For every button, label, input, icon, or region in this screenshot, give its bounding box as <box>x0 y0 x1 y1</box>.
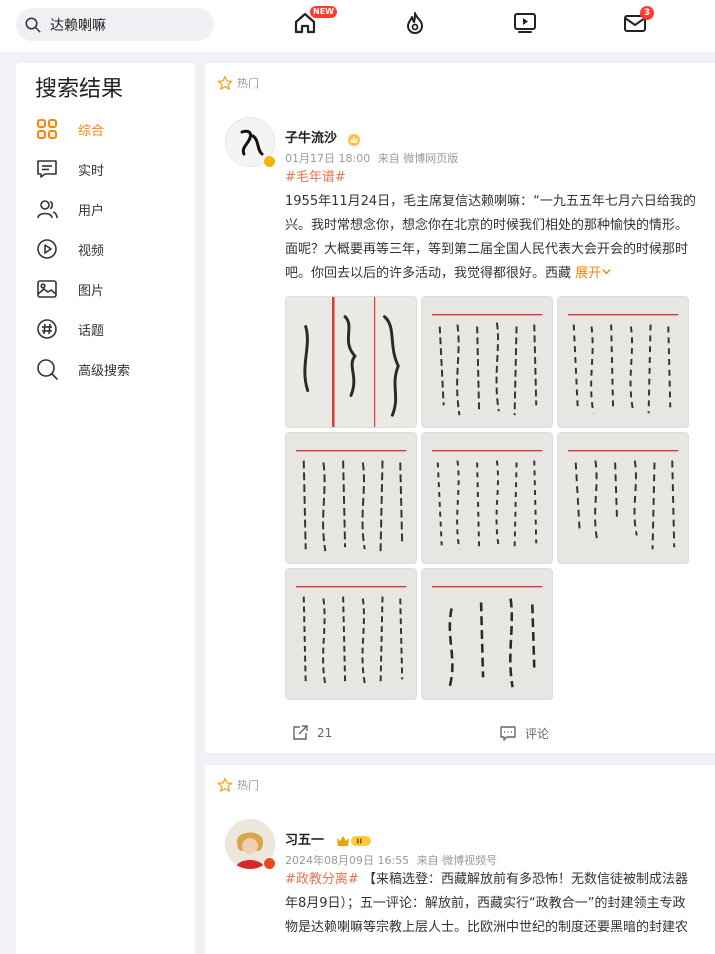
star-icon <box>217 777 233 792</box>
sidebar-item-comprehensive[interactable]: 综合 <box>36 116 104 142</box>
sidebar-item-label: 实时 <box>78 163 105 179</box>
comment-label: 评论 <box>525 726 550 741</box>
calligraphy-letter-image <box>286 569 416 699</box>
post-meta: 2024年08月09日 16:55 来自 微博视频号 <box>285 852 497 868</box>
post-image[interactable] <box>421 568 553 700</box>
search-input[interactable] <box>50 16 200 33</box>
share-icon <box>293 725 308 740</box>
post-image[interactable] <box>285 296 417 428</box>
chevron-down-icon <box>602 269 611 275</box>
post-text-line: 年8月9日）；五一评论：解放前，西藏实行“政教合一”的封建领主专政 <box>285 896 686 911</box>
hashtag-icon <box>37 319 57 339</box>
sidebar-item-label: 图片 <box>78 283 105 299</box>
post-text-line: 兴。我时常想念你，想念你在北京的时候我们相处的那种愉快的情形。 <box>285 218 689 233</box>
post-image[interactable] <box>285 432 417 564</box>
sidebar-item-label: 高级搜索 <box>78 363 131 379</box>
post-source: 来自 微博视频号 <box>416 854 498 867</box>
post-meta: 01月17日 18:00 来自 微博网页版 <box>285 150 458 166</box>
video-icon <box>514 13 536 33</box>
post-card: 热门 子牛流沙 01月17日 18:00 来自 微博网页版 #毛年谱# 1955… <box>205 63 715 753</box>
post-image[interactable] <box>557 432 689 564</box>
sidebar-item-label: 话题 <box>78 323 105 339</box>
post-text-line: 吧。你回去以后的许多活动，我觉得都很好。西藏 展开 <box>285 262 715 286</box>
post-image[interactable] <box>421 432 553 564</box>
username[interactable]: 习五一 <box>285 829 373 849</box>
calligraphy-letter-image <box>286 433 416 563</box>
calligraphy-letter-image <box>422 569 552 699</box>
post-text-fragment: 【来稿选登：西藏解放前有多恐怖！无数信徒被制成法器 <box>362 872 688 887</box>
hot-label: 热门 <box>237 779 259 792</box>
calligraphy-letter-image <box>286 297 416 427</box>
calligraphy-letter-image <box>558 433 688 563</box>
search-icon <box>25 17 41 32</box>
sidebar-item-realtime[interactable]: 实时 <box>36 156 104 182</box>
verified-badge <box>263 155 276 168</box>
hot-tag: 热门 <box>217 777 259 793</box>
username-text: 习五一 <box>285 833 325 848</box>
sidebar-item-advanced-search[interactable]: 高级搜索 <box>36 356 130 382</box>
play-icon <box>37 239 57 259</box>
post-text-fragment: 吧。你回去以后的许多活动，我觉得都很好。西藏 <box>285 266 576 281</box>
post-text-line: 物是达赖喇嘛等宗教上层人士。比欧洲中世纪的制度还要黑暗的封建农 <box>285 920 689 935</box>
sidebar: 搜索结果 综合 实时 用户 视频 图片 话题 高级搜索 <box>16 63 195 954</box>
nav-hot[interactable] <box>402 10 428 36</box>
post-image[interactable] <box>557 296 689 428</box>
post-hashtag-line: #毛年谱# <box>285 166 715 190</box>
new-badge: NEW <box>310 6 337 18</box>
calligraphy-letter-image <box>558 297 688 427</box>
repost-count: 21 <box>317 726 333 740</box>
post-text-line: #政教分离# 【来稿选登：西藏解放前有多恐怖！无数信徒被制成法器 <box>285 868 715 892</box>
post-image[interactable] <box>285 568 417 700</box>
nav-video[interactable] <box>512 10 538 36</box>
post-image[interactable] <box>421 296 553 428</box>
flame-icon <box>407 12 423 34</box>
sidebar-title: 搜索结果 <box>35 77 124 102</box>
sidebar-item-topics[interactable]: 话题 <box>36 316 104 342</box>
username[interactable]: 子牛流沙 <box>285 127 362 147</box>
username-text: 子牛流沙 <box>285 131 338 146</box>
search-box[interactable] <box>16 8 214 41</box>
star-icon <box>217 75 233 90</box>
comment-button[interactable]: 评论 <box>499 724 549 742</box>
message-count-badge: 3 <box>640 6 654 20</box>
post-card: 热门 习五一 2024年08月09日 16:55 来自 微博视频号 #政教分离#… <box>205 765 715 954</box>
post-text-line: 1955年11月24日，毛主席复信达赖喇嘛：“一九五五年七月六日给我的 <box>285 194 696 209</box>
member-crown-icon <box>347 133 360 146</box>
post-source: 来自 微博网页版 <box>377 152 459 165</box>
calligraphy-letter-image <box>422 297 552 427</box>
verified-badge <box>263 857 276 870</box>
expand-label: 展开 <box>575 266 602 281</box>
vip-level-badge-icon <box>336 835 371 846</box>
nav-home[interactable]: NEW <box>292 6 337 36</box>
hot-label: 热门 <box>237 77 259 90</box>
search-icon <box>37 359 58 380</box>
users-icon <box>37 200 58 219</box>
calligraphy-letter-image <box>422 433 552 563</box>
top-bar: NEW 3 <box>0 0 715 52</box>
post-time[interactable]: 01月17日 18:00 <box>285 152 370 165</box>
sidebar-item-images[interactable]: 图片 <box>36 276 104 302</box>
hot-tag: 热门 <box>217 75 259 91</box>
expand-link[interactable]: 展开 <box>575 266 612 281</box>
sidebar-item-label: 视频 <box>78 243 105 259</box>
comment-icon <box>500 726 516 741</box>
hashtag-link[interactable]: #毛年谱# <box>285 170 346 185</box>
sidebar-item-label: 用户 <box>78 203 105 219</box>
sidebar-item-video[interactable]: 视频 <box>36 236 104 262</box>
hashtag-link[interactable]: #政教分离# <box>285 872 359 887</box>
post-time[interactable]: 2024年08月09日 16:55 <box>285 854 409 867</box>
sidebar-item-label: 综合 <box>78 123 105 139</box>
image-icon <box>37 280 57 298</box>
post-text-line: 面呢？大概要再等三年，等到第二届全国人民代表大会开会的时候那时 <box>285 242 689 257</box>
nav-messages[interactable]: 3 <box>622 6 654 36</box>
grid-icon <box>37 119 57 139</box>
repost-button[interactable]: 21 <box>291 724 332 742</box>
message-icon <box>37 160 57 178</box>
sidebar-item-users[interactable]: 用户 <box>36 196 104 222</box>
